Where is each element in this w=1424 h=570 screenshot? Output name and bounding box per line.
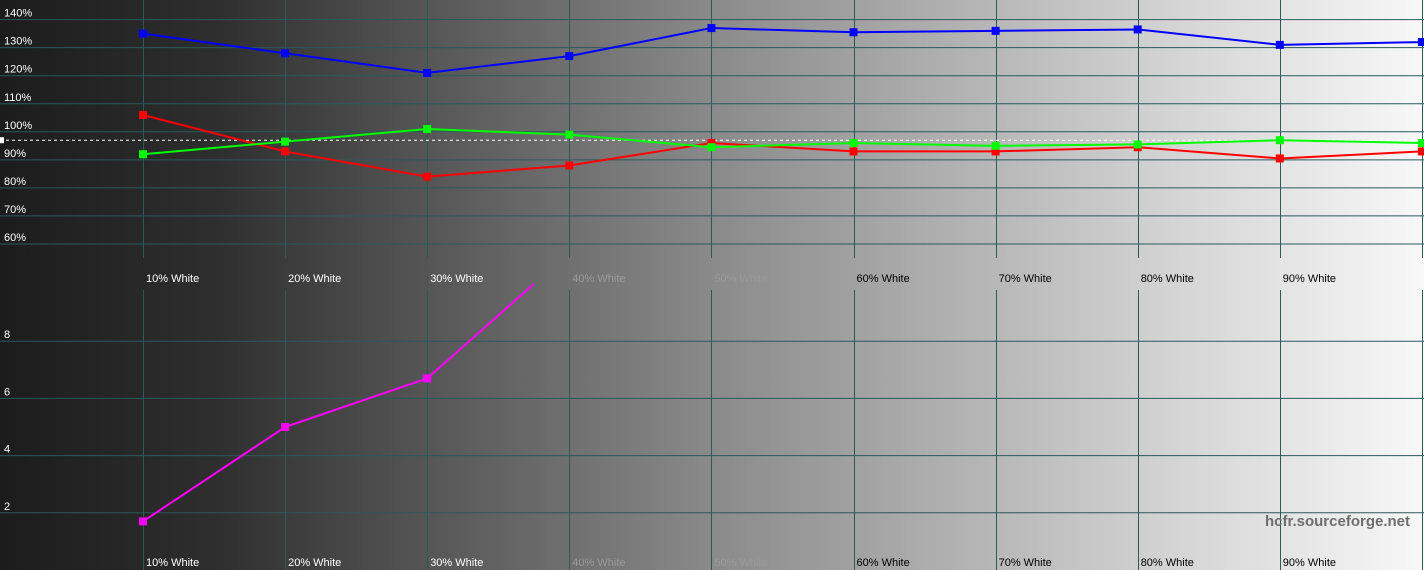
x-tick-label: 30% White <box>430 273 483 285</box>
green-data-point <box>565 130 574 139</box>
x-tick-label: 50% White <box>714 273 767 285</box>
blue-data-point <box>991 26 1000 35</box>
green-data-point <box>281 137 290 146</box>
red-data-point <box>281 147 290 156</box>
x-tick-label: 60% White <box>857 273 910 285</box>
y-tick-label: 4 <box>4 444 10 456</box>
green-data-point <box>1275 136 1284 145</box>
reference-marker <box>0 137 4 144</box>
x-tick-label: 30% White <box>430 557 483 569</box>
green-data-point <box>423 125 432 133</box>
blue-data-point <box>1133 25 1142 34</box>
x-tick-label: 10% White <box>146 557 199 569</box>
y-tick-label: 140% <box>4 8 32 20</box>
magenta-data-point <box>139 517 147 526</box>
blue-data-point <box>707 24 716 33</box>
blue-data-point <box>281 49 290 58</box>
x-tick-label: 40% White <box>572 273 625 285</box>
red-data-point <box>1417 147 1424 156</box>
watermark-text: hcfr.sourceforge.net <box>1265 513 1410 530</box>
x-tick-label: 70% White <box>999 273 1052 285</box>
x-tick-label: 20% White <box>288 557 341 569</box>
blue-data-point <box>423 68 432 77</box>
green-data-point <box>849 139 858 148</box>
green-data-point <box>139 150 147 159</box>
y-tick-label: 8 <box>4 329 10 341</box>
x-tick-label: 80% White <box>1141 557 1194 569</box>
blue-data-point <box>139 29 147 38</box>
y-tick-label: 60% <box>4 232 26 244</box>
red-data-point <box>849 147 858 156</box>
red-data-point <box>1275 154 1284 163</box>
y-tick-label: 70% <box>4 204 26 216</box>
x-tick-label: 70% White <box>999 557 1052 569</box>
red-data-point <box>423 172 432 181</box>
x-tick-label: 40% White <box>572 557 625 569</box>
y-tick-label: 130% <box>4 36 32 48</box>
blue-data-point <box>1275 40 1284 49</box>
magenta-data-point <box>281 423 290 431</box>
y-tick-label: 110% <box>4 92 32 104</box>
magenta-data-point <box>423 374 432 383</box>
x-tick-label: 90% White <box>1283 273 1336 285</box>
x-tick-label: 20% White <box>288 273 341 285</box>
x-tick-label: 90% White <box>1283 557 1336 569</box>
y-tick-label: 100% <box>4 120 32 132</box>
blue-data-point <box>565 52 574 61</box>
green-data-point <box>1133 140 1142 149</box>
green-data-point <box>1417 139 1424 148</box>
red-data-point <box>565 161 574 170</box>
x-tick-label: 80% White <box>1141 273 1194 285</box>
x-tick-label: 50% White <box>714 557 767 569</box>
x-tick-label: 60% White <box>857 557 910 569</box>
chart-area: 60% 70% 80% 90% 100% 110% 120% 130% 140% 10% Whit… <box>0 0 1424 570</box>
y-tick-label: 6 <box>4 386 10 398</box>
blue-data-point <box>1417 38 1424 47</box>
green-data-point <box>707 143 716 152</box>
y-tick-label: 80% <box>4 176 26 188</box>
y-tick-label: 2 <box>4 501 10 513</box>
y-tick-label: 120% <box>4 64 32 76</box>
green-data-point <box>991 141 1000 150</box>
charts-svg: 60% 70% 80% 90% 100% 110% 120% 130% 140% 10% Whit… <box>0 0 1424 570</box>
red-data-point <box>139 110 147 119</box>
y-tick-label: 90% <box>4 148 26 160</box>
x-tick-label: 10% White <box>146 273 199 285</box>
blue-data-point <box>849 28 858 37</box>
